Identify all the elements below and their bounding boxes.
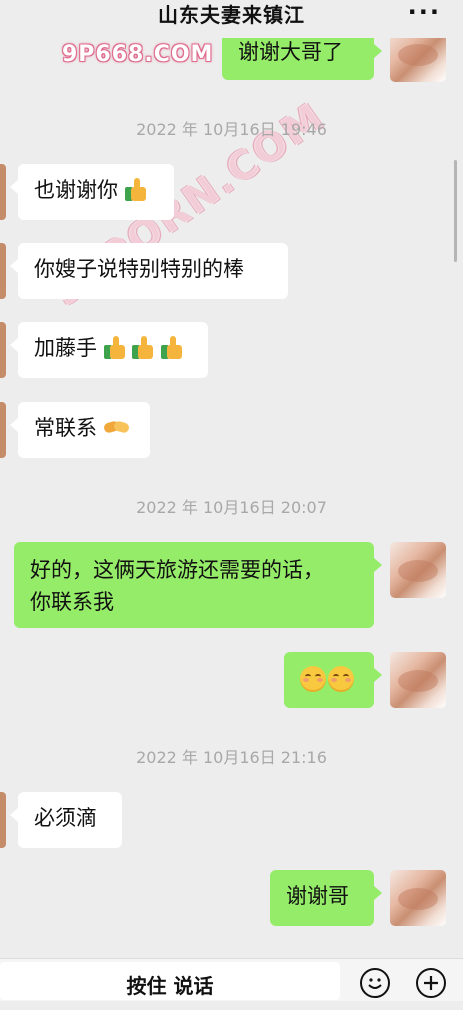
handshake-icon — [102, 417, 130, 437]
message-bubble-incoming[interactable]: 必须滴 — [10, 792, 122, 848]
message-text: 加藤手 — [34, 336, 97, 360]
avatar-contact[interactable] — [0, 164, 6, 220]
plus-icon[interactable] — [416, 968, 446, 998]
message-text-line: 好的，这俩天旅游还需要的话， — [30, 558, 324, 582]
message-bubble-outgoing[interactable] — [284, 652, 382, 708]
avatar-contact[interactable] — [0, 322, 6, 378]
avatar-contact[interactable] — [0, 243, 6, 299]
smiling-face-icon — [328, 666, 354, 692]
chat-title: 山东夫妻来镇江 — [158, 3, 305, 27]
plus-icon-glyph — [424, 976, 438, 990]
message-text: 你嫂子说特别特别的棒 — [34, 257, 244, 281]
scrollbar[interactable] — [454, 160, 457, 262]
avatar-contact[interactable] — [0, 792, 6, 848]
watermark-top: 9P668.COM — [62, 42, 214, 67]
timestamp: 2022 年 10月16日 21:16 — [136, 748, 327, 767]
avatar-self[interactable] — [390, 652, 446, 708]
message-text: 谢谢大哥了 — [238, 40, 343, 64]
thumbs-up-icon — [161, 335, 183, 359]
message-text-line: 你联系我 — [30, 590, 114, 614]
smiling-face-icon — [300, 666, 326, 692]
thumbs-up-icon — [103, 335, 126, 359]
message-bubble-incoming[interactable]: 你嫂子说特别特别的棒 — [10, 243, 288, 299]
message-bubble-incoming[interactable]: 常联系 — [10, 402, 150, 458]
more-dots-icon[interactable]: ··· — [408, 0, 441, 24]
avatar-self[interactable] — [390, 542, 446, 598]
chat-header: 山东夫妻来镇江 ··· — [0, 0, 463, 38]
message-bubble-outgoing[interactable]: 谢谢哥 — [270, 870, 382, 926]
message-bubble-incoming[interactable]: 也谢谢你 — [10, 164, 174, 220]
avatar-self[interactable] — [390, 870, 446, 926]
timestamp: 2022 年 10月16日 20:07 — [136, 498, 327, 517]
smiley-icon-glyph — [368, 978, 382, 989]
timestamp: 2022 年 10月16日 19:46 — [136, 120, 327, 139]
message-text: 必须滴 — [34, 806, 97, 830]
message-text: 常联系 — [34, 416, 97, 440]
message-text: 谢谢哥 — [286, 884, 349, 908]
avatar-contact[interactable] — [0, 402, 6, 458]
thumbs-up-icon — [132, 335, 154, 359]
message-text: 也谢谢你 — [34, 178, 118, 202]
message-bubble-outgoing[interactable]: 好的，这俩天旅游还需要的话， 你联系我 — [14, 542, 382, 628]
hold-to-talk-button[interactable]: 按住 说话 — [0, 962, 340, 1000]
message-bubble-incoming[interactable]: 加藤手 — [10, 322, 208, 378]
thumbs-up-icon — [124, 177, 147, 201]
smiley-icon[interactable] — [360, 968, 390, 998]
